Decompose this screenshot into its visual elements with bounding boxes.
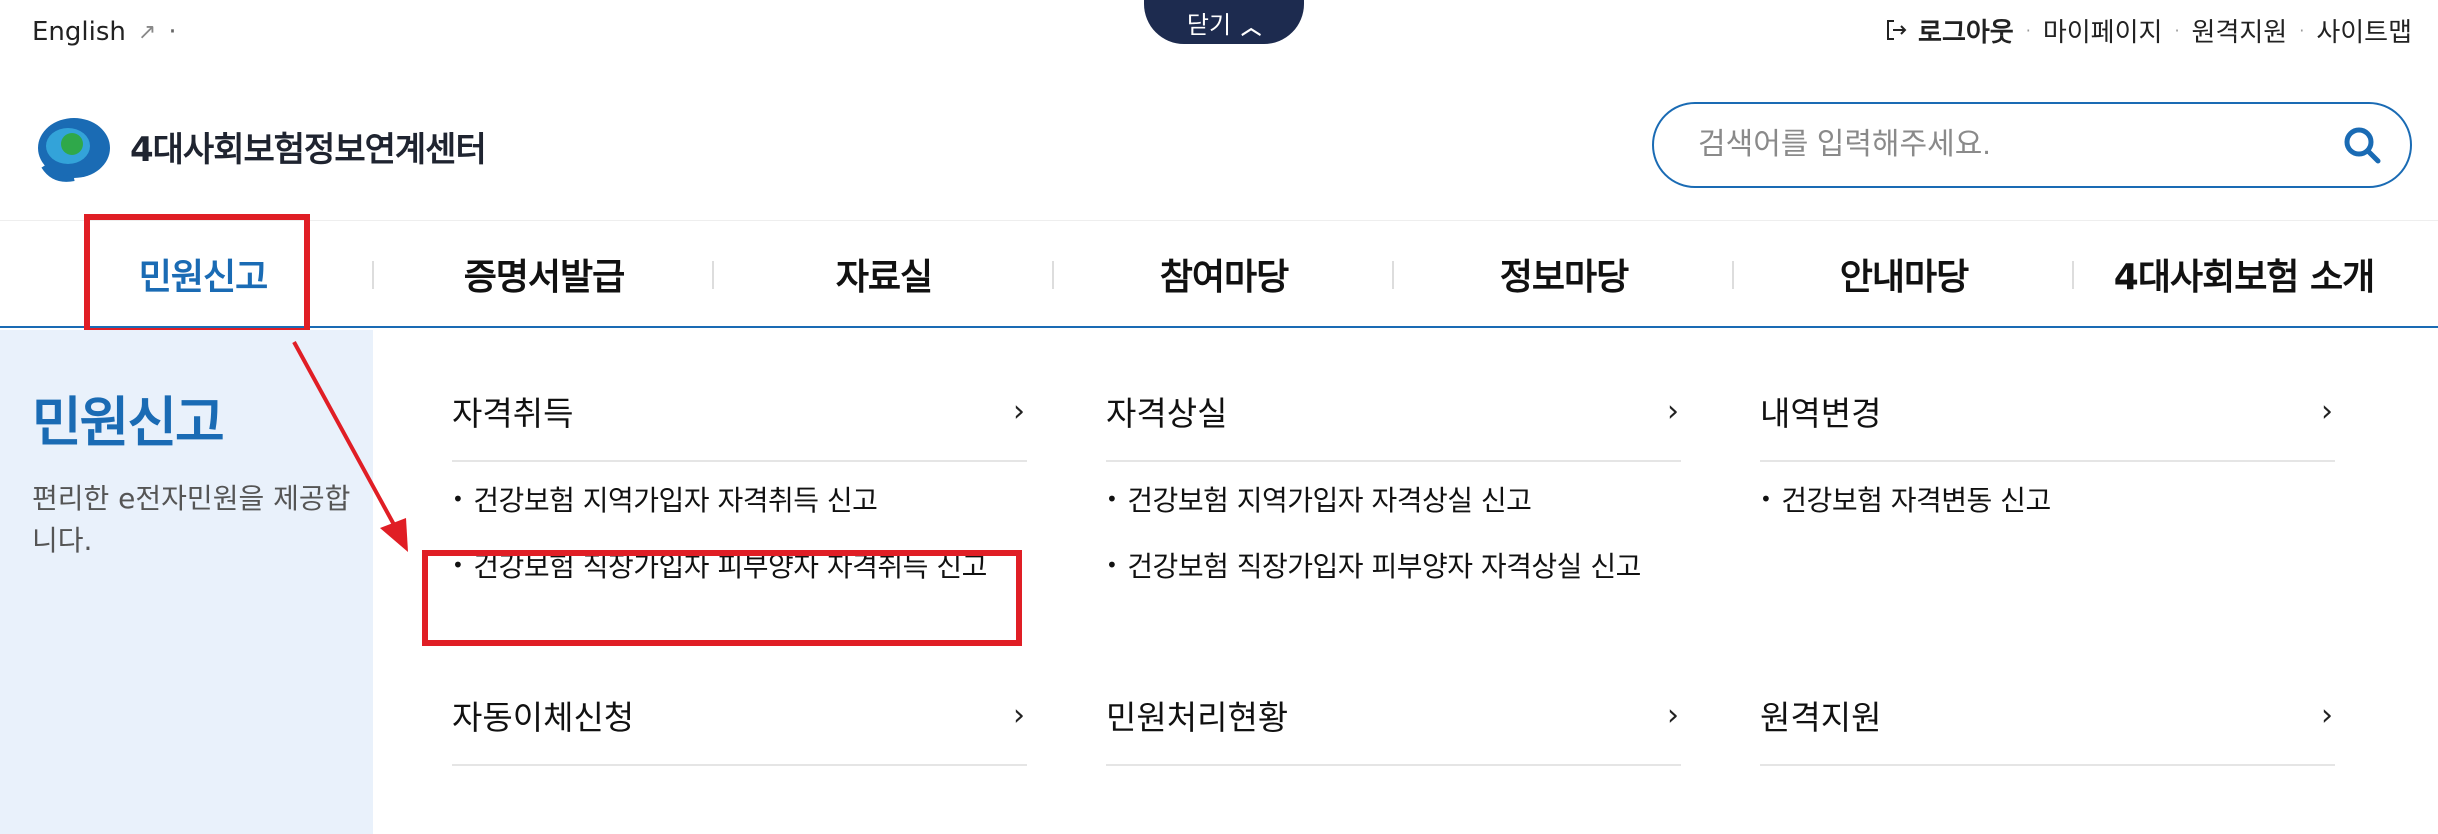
menu-heading-change[interactable]: 내역변경 ›: [1760, 362, 2335, 462]
utility-left: English ↗ ·: [32, 14, 177, 50]
menu-column: 민원처리현황 ›: [1106, 666, 1681, 766]
menu-heading-label: 민원처리현황: [1106, 698, 1289, 737]
logout-icon: [1887, 20, 1907, 40]
side-description: 편리한 e전자민원을 제공합니다.: [32, 482, 351, 557]
main-nav: 민원신고 증명서발급 자료실 참여마당 정보마당 안내마당 4대사회보험 소개: [0, 220, 2438, 328]
close-menu-label: 닫기: [1186, 11, 1232, 39]
submenu-item[interactable]: 건강보험 직장가입자 피부양자 자격상실 신고: [1106, 532, 1681, 598]
menu-heading-status[interactable]: 민원처리현황 ›: [1106, 666, 1681, 766]
close-menu-button[interactable]: 닫기 ︿: [1144, 0, 1304, 44]
submenu-item[interactable]: 건강보험 자격변동 신고: [1760, 466, 2335, 532]
language-link[interactable]: English: [32, 17, 126, 47]
chevron-right-icon: ›: [2321, 393, 2333, 429]
menu-heading-label: 자격상실: [1106, 394, 1228, 433]
nav-item-certificate[interactable]: 증명서발급: [374, 221, 714, 327]
chevron-up-icon: ︿: [1241, 15, 1262, 39]
submenu-item[interactable]: 건강보험 지역가입자 자격상실 신고: [1106, 466, 1681, 532]
submenu-list: 건강보험 자격변동 신고: [1760, 466, 2335, 532]
sitemap-link[interactable]: 사이트맵: [2316, 12, 2412, 49]
menu-heading-loss[interactable]: 자격상실 ›: [1106, 362, 1681, 462]
separator-dot: ·: [2174, 20, 2180, 40]
menu-column: 내역변경 › 건강보험 자격변동 신고: [1760, 362, 2335, 532]
search-input[interactable]: [1696, 127, 2340, 163]
logout-button[interactable]: 로그아웃: [1884, 12, 2014, 49]
menu-heading-label: 자격취득: [452, 394, 574, 433]
menu-heading-label: 내역변경: [1760, 394, 1882, 433]
mypage-link[interactable]: 마이페이지: [2043, 12, 2163, 49]
chevron-right-icon: ›: [1013, 697, 1025, 733]
separator-dot: ·: [2025, 20, 2031, 40]
nav-item-participation[interactable]: 참여마당: [1054, 221, 1394, 327]
submenu-list: 건강보험 지역가입자 자격상실 신고 건강보험 직장가입자 피부양자 자격상실 …: [1106, 466, 1681, 598]
side-title: 민원신고: [32, 391, 225, 454]
separator-dot: ·: [168, 17, 177, 47]
menu-heading-label: 자동이체신청: [452, 698, 635, 737]
separator-dot: ·: [2299, 20, 2305, 40]
nav-item-about[interactable]: 4대사회보험 소개: [2074, 221, 2414, 327]
search-box: [1652, 102, 2412, 188]
menu-heading-remote-support[interactable]: 원격지원 ›: [1760, 666, 2335, 766]
menu-column: 원격지원 ›: [1760, 666, 2335, 766]
menu-column: 자동이체신청 ›: [452, 666, 1027, 766]
nav-item-guide[interactable]: 안내마당: [1734, 221, 2074, 327]
chevron-right-icon: ›: [1667, 697, 1679, 733]
side-panel: 민원신고 편리한 e전자민원을 제공합니다.: [0, 330, 373, 834]
submenu-item[interactable]: 건강보험 지역가입자 자격취득 신고: [452, 466, 1027, 532]
highlight-box-nav: [84, 214, 310, 334]
menu-heading-label: 원격지원: [1760, 698, 1882, 737]
chevron-right-icon: ›: [1013, 393, 1025, 429]
menu-column: 자격상실 › 건강보험 지역가입자 자격상실 신고 건강보험 직장가입자 피부양…: [1106, 362, 1681, 598]
site-logo[interactable]: 4대사회보험정보연계센터: [34, 106, 487, 186]
external-link-icon: ↗: [137, 19, 157, 45]
nav-item-library[interactable]: 자료실: [714, 221, 1054, 327]
logo-text: 4대사회보험정보연계센터: [130, 129, 487, 170]
chevron-right-icon: ›: [1667, 393, 1679, 429]
remote-support-link[interactable]: 원격지원: [2192, 12, 2288, 49]
logout-label: 로그아웃: [1918, 17, 2014, 48]
menu-heading-acquisition[interactable]: 자격취득 ›: [452, 362, 1027, 462]
utility-right: 로그아웃 · 마이페이지 · 원격지원 · 사이트맵: [1884, 12, 2412, 48]
menu-heading-auto-transfer[interactable]: 자동이체신청 ›: [452, 666, 1027, 766]
nav-item-information[interactable]: 정보마당: [1394, 221, 1734, 327]
highlight-box-item: [422, 550, 1022, 646]
chevron-right-icon: ›: [2321, 697, 2333, 733]
logo-mark-icon: [38, 118, 110, 182]
search-icon[interactable]: [2340, 123, 2384, 167]
